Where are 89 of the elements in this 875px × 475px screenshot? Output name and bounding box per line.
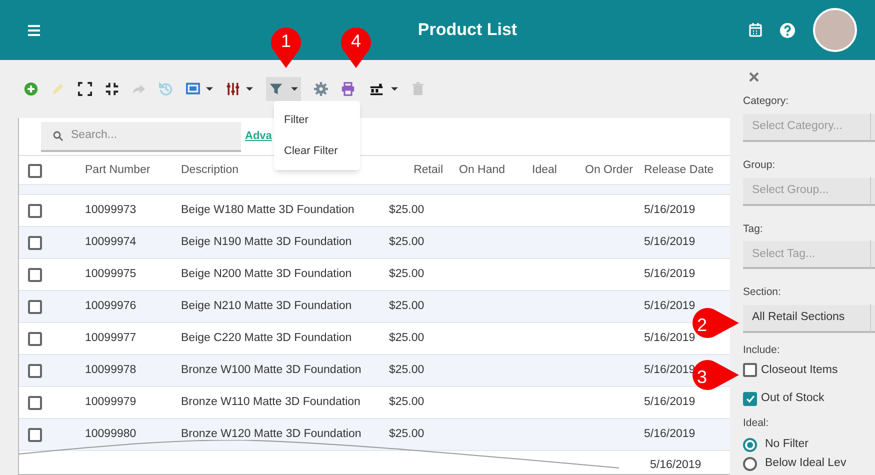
table-cell: 10099973 — [85, 204, 136, 216]
radio-label: No Filter — [765, 437, 808, 452]
column-header[interactable]: Ideal — [532, 164, 557, 176]
column-header[interactable]: Part Number — [85, 164, 150, 176]
row-checkbox[interactable] — [28, 300, 42, 314]
table-cell: Bronze W120 Matte 3D Foundation — [181, 428, 362, 440]
field-label: Category: — [743, 94, 790, 109]
table-cell: $25.00 — [389, 364, 424, 376]
compress-icon[interactable] — [105, 82, 119, 96]
field-label: Section: — [743, 285, 782, 300]
avatar[interactable] — [813, 8, 857, 52]
table-cell: 10099980 — [85, 428, 136, 440]
field-label: Ideal: — [743, 416, 770, 432]
column-header[interactable]: Retail — [414, 164, 443, 176]
table-cell: $25.00 — [389, 396, 424, 408]
menu-item[interactable]: Clear Filter — [284, 142, 360, 159]
menu-icon[interactable] — [28, 24, 40, 36]
row-checkbox[interactable] — [28, 428, 42, 442]
table-cell: $25.00 — [389, 332, 424, 344]
column-header[interactable]: On Order — [585, 164, 633, 176]
filter-icon[interactable] — [269, 82, 283, 96]
table-cell: 10099977 — [85, 332, 136, 344]
search-input[interactable]: Search... — [71, 126, 221, 144]
print-icon[interactable] — [341, 82, 355, 96]
row-checkbox[interactable] — [28, 236, 42, 250]
column-header[interactable]: Release Date — [644, 164, 714, 176]
select-field[interactable]: All Retail Sections — [743, 305, 875, 333]
close-icon[interactable] — [749, 72, 759, 82]
select-all-checkbox[interactable] — [28, 164, 42, 178]
caret-icon[interactable] — [291, 87, 298, 91]
table-cell: $25.00 — [389, 428, 424, 440]
table-cell: Beige N210 Matte 3D Foundation — [181, 300, 352, 312]
table-cell: 10099976 — [85, 300, 136, 312]
sliders-icon[interactable] — [226, 82, 240, 96]
row-checkbox[interactable] — [28, 396, 42, 410]
checkbox[interactable] — [743, 363, 757, 378]
table-cell: 5/16/2019 — [644, 204, 696, 216]
table-cell: Beige C220 Matte 3D Foundation — [181, 332, 352, 344]
monitor-icon[interactable] — [186, 82, 200, 96]
expand-icon[interactable] — [78, 82, 92, 96]
table-cell: Bronze W110 Matte 3D Foundation — [181, 396, 360, 408]
caret-icon[interactable] — [391, 87, 398, 91]
search-icon — [53, 130, 63, 140]
add-icon[interactable] — [24, 82, 38, 96]
row-checkbox[interactable] — [28, 268, 42, 282]
toolbar-icon[interactable] — [368, 82, 385, 96]
radio-button[interactable] — [743, 438, 757, 452]
row-checkbox[interactable] — [28, 332, 42, 346]
table-cell: $25.00 — [389, 204, 424, 216]
checkbox-label: Out of Stock — [761, 391, 824, 406]
table-cell: $25.00 — [389, 300, 424, 312]
page-title: Product List — [416, 19, 518, 42]
radio-label: Below Ideal Lev — [765, 456, 846, 472]
table-cell: 10099978 — [85, 364, 136, 376]
table-cell: 10099975 — [85, 268, 136, 280]
table-cell: 10099974 — [85, 236, 136, 248]
settings-icon[interactable] — [314, 82, 328, 96]
caret-icon[interactable] — [206, 87, 213, 91]
checkbox-label: Closeout Items — [761, 362, 838, 378]
table-cell: $25.00 — [389, 268, 424, 280]
calendar-icon[interactable] — [749, 23, 762, 37]
table-cell: Bronze W100 Matte 3D Foundation — [181, 364, 362, 376]
table-cell: Beige N200 Matte 3D Foundation — [181, 268, 352, 280]
check-icon — [746, 394, 754, 403]
field-label: Tag: — [743, 222, 764, 236]
field-label: Group: — [743, 158, 776, 173]
table-cell: Beige W180 Matte 3D Foundation — [181, 204, 354, 216]
table-cell: $25.00 — [389, 236, 424, 248]
menu-item[interactable]: Filter — [284, 112, 360, 128]
help-icon[interactable] — [780, 22, 795, 38]
table-cell: 10099979 — [85, 396, 136, 408]
checkbox[interactable] — [743, 392, 757, 406]
table-cell: 5/16/2019 — [644, 332, 696, 344]
row-checkbox[interactable] — [28, 204, 42, 218]
field-label: Include: — [743, 343, 781, 358]
table-cell: 5/16/2019 — [644, 428, 696, 440]
radio-button[interactable] — [743, 456, 757, 471]
table-cell: 5/16/2019 — [644, 236, 696, 248]
column-header[interactable]: On Hand — [459, 164, 506, 176]
search-field[interactable]: Search... — [41, 122, 241, 152]
table-cell: 5/16/2019 — [644, 396, 696, 408]
table-cell: Beige N190 Matte 3D Foundation — [181, 236, 352, 248]
table-cell: 5/16/2019 — [644, 300, 696, 312]
caret-icon[interactable] — [246, 87, 253, 91]
column-header[interactable]: Description — [181, 164, 239, 176]
table-cell-text: 5/16/2019 — [650, 458, 702, 474]
table-cell: 5/16/2019 — [644, 268, 696, 280]
filter-button[interactable] — [266, 77, 301, 101]
row-checkbox[interactable] — [28, 364, 42, 378]
